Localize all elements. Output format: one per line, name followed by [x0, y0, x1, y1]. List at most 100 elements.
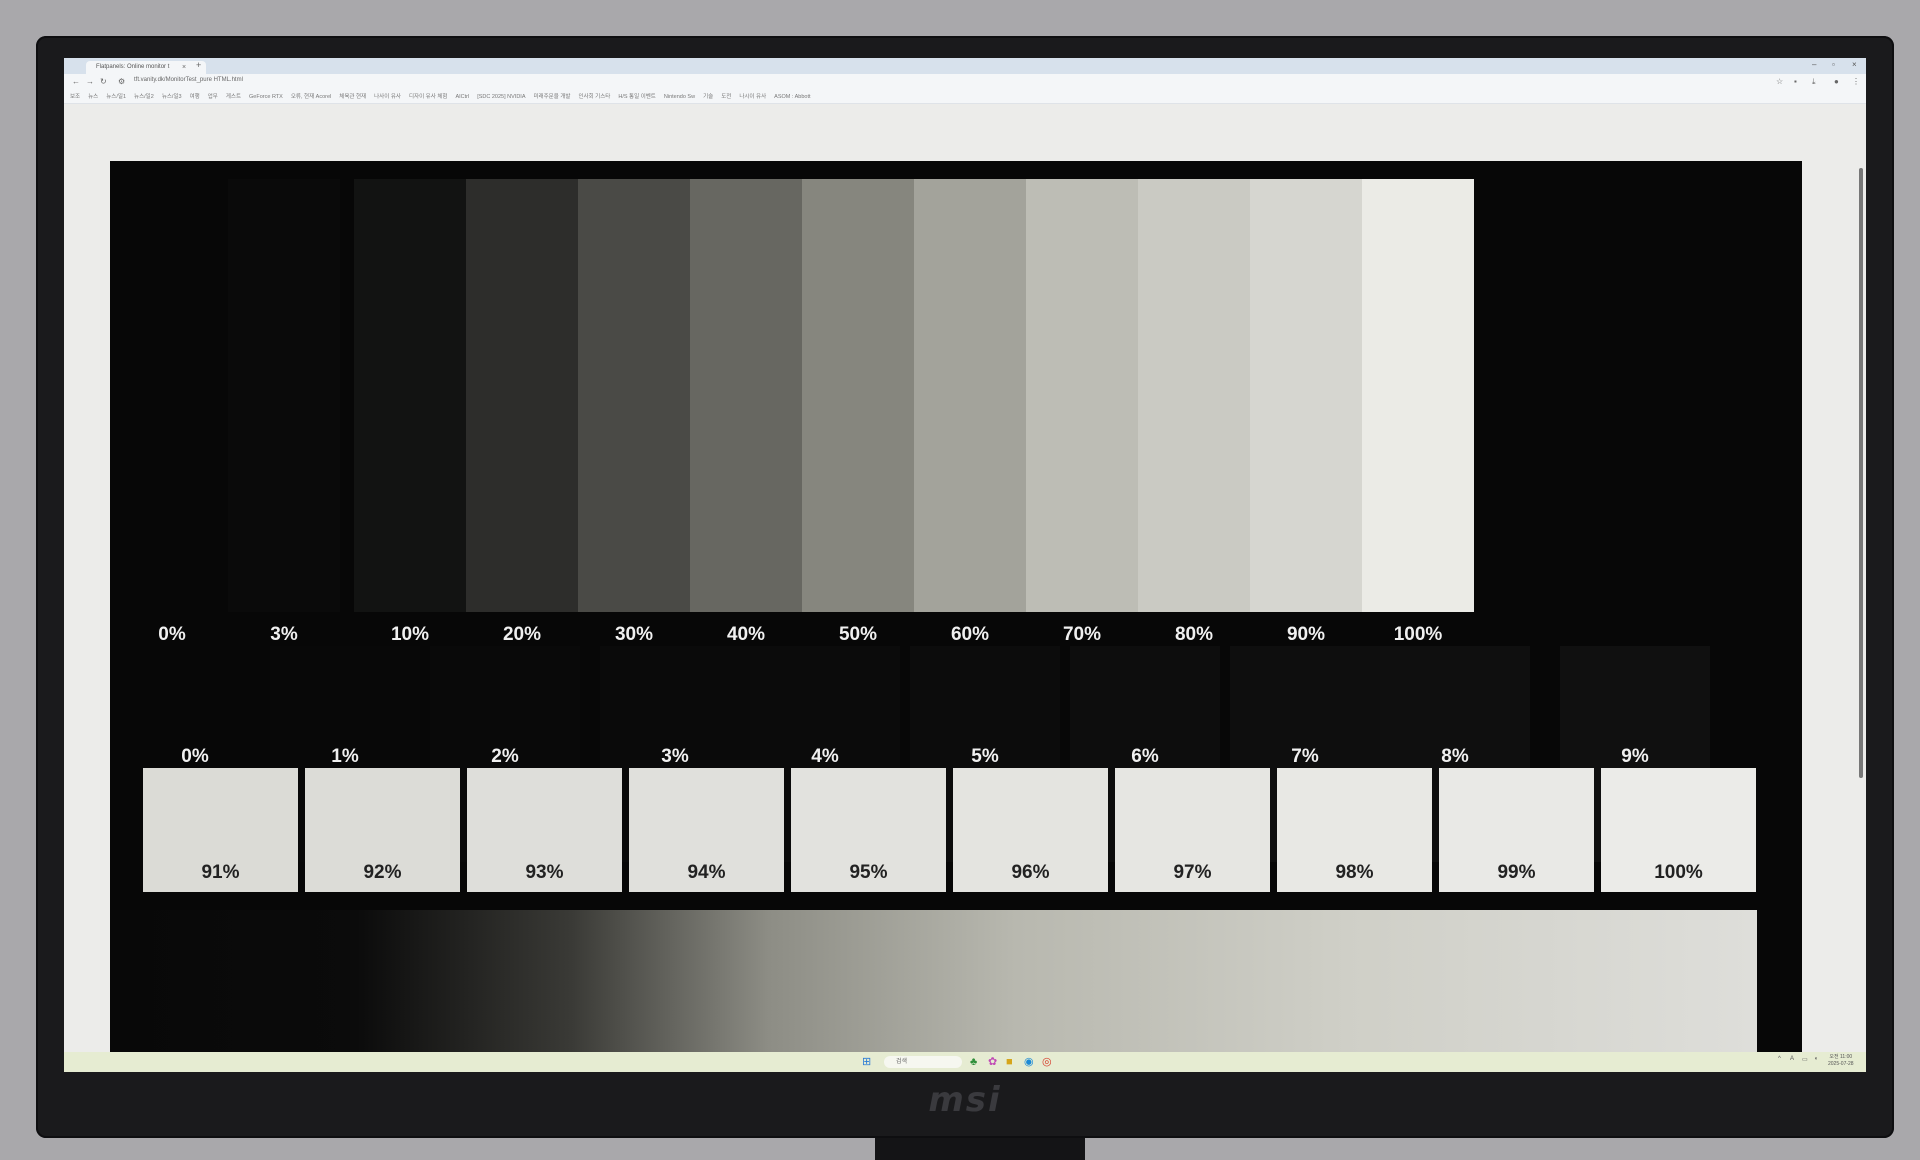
- black-level-label: 8%: [1441, 746, 1469, 767]
- bookmark-item[interactable]: 게스트: [226, 90, 241, 103]
- bookmark-item[interactable]: 뉴스/일2: [134, 90, 154, 103]
- downloads-icon[interactable]: ⤓: [1812, 77, 1816, 87]
- edge-browser-icon[interactable]: ◉: [1024, 1055, 1034, 1069]
- copilot-icon[interactable]: ✿: [988, 1055, 997, 1069]
- white-level-label: 99%: [1497, 862, 1536, 883]
- grayscale-bar-label: 50%: [838, 624, 878, 645]
- bookmark-item[interactable]: 미래주문을 개발: [534, 90, 571, 103]
- white-level-label: 100%: [1654, 862, 1703, 883]
- network-icon[interactable]: ▭: [1802, 1056, 1808, 1063]
- volume-icon[interactable]: ◖: [1814, 1056, 1818, 1062]
- reload-icon[interactable]: ↻: [100, 77, 107, 86]
- forward-icon[interactable]: →: [86, 77, 94, 86]
- bookmark-star-icon[interactable]: ☆: [1776, 77, 1783, 86]
- bookmark-item[interactable]: Nintendo Sw: [664, 90, 695, 103]
- white-level-label: 93%: [525, 862, 564, 883]
- grayscale-bar: [228, 179, 340, 612]
- grayscale-bar-label: 60%: [950, 624, 990, 645]
- bookmark-item[interactable]: H/S 통일 이벤트: [618, 90, 656, 103]
- grayscale-bar: [914, 179, 1026, 612]
- bookmark-item[interactable]: 체육관 현재: [339, 90, 366, 103]
- grayscale-bar-label: 20%: [502, 624, 542, 645]
- white-level-label: 91%: [201, 862, 240, 883]
- browser-tab-bar: Flatpanels: Online monitor t × + – ▫ ×: [64, 58, 1866, 74]
- bookmark-item[interactable]: 뉴스/일3: [162, 90, 182, 103]
- url-field[interactable]: tft.vanity.dk/MonitorTest_pure HTML.html: [134, 77, 243, 83]
- white-level-step: 92%: [305, 768, 460, 892]
- grayscale-bar-label: 100%: [1393, 624, 1443, 645]
- app-icon[interactable]: ♣: [970, 1055, 977, 1069]
- address-bar: ← → ↻ ⚙ tft.vanity.dk/MonitorTest_pure H…: [64, 74, 1866, 90]
- input-language-icon[interactable]: A: [1790, 1056, 1794, 1062]
- system-clock[interactable]: 오전 11:00 2025-07-28: [1828, 1054, 1854, 1068]
- taskbar-search-placeholder: 검색: [896, 1059, 908, 1065]
- grayscale-bar-label: 3%: [270, 624, 298, 645]
- grayscale-bar: [466, 179, 578, 612]
- white-level-label: 95%: [849, 862, 888, 883]
- tab-title: Flatpanels: Online monitor t: [96, 64, 170, 70]
- black-level-label: 4%: [811, 746, 839, 767]
- monitor-brand-logo: msi: [928, 1080, 1002, 1120]
- black-level-label: 6%: [1131, 746, 1159, 767]
- bookmark-item[interactable]: [SDC 2025] NVIDIA: [477, 90, 525, 103]
- clock-time: 오전 11:00: [1829, 1054, 1853, 1060]
- white-level-step: 91%: [143, 768, 298, 892]
- bookmark-item[interactable]: 오류, 현재 Acorel: [291, 90, 331, 103]
- chrome-browser-icon[interactable]: ◎: [1042, 1055, 1052, 1069]
- white-level-step: 98%: [1277, 768, 1432, 892]
- back-icon[interactable]: ←: [72, 77, 80, 86]
- maximize-button[interactable]: ▫: [1832, 60, 1835, 69]
- white-level-step: 97%: [1115, 768, 1270, 892]
- profile-avatar[interactable]: ●: [1834, 77, 1839, 86]
- monitor-screen: Flatpanels: Online monitor t × + – ▫ × ←…: [64, 58, 1866, 1072]
- taskbar-search[interactable]: 검색: [884, 1056, 962, 1068]
- white-level-step: 100%: [1601, 768, 1756, 892]
- black-level-label: 1%: [331, 746, 359, 767]
- gradient-ramp: [110, 910, 1757, 1072]
- bookmark-item[interactable]: 뉴스/일1: [106, 90, 126, 103]
- close-window-button[interactable]: ×: [1852, 60, 1857, 69]
- white-level-label: 96%: [1011, 862, 1050, 883]
- bookmark-item[interactable]: GeForce RTX: [249, 90, 283, 103]
- minimize-button[interactable]: –: [1812, 60, 1816, 69]
- page-scrollbar[interactable]: [1859, 168, 1863, 778]
- file-explorer-icon[interactable]: ■: [1006, 1055, 1013, 1069]
- bookmark-item[interactable]: AICtrl: [455, 90, 469, 103]
- grayscale-bar-label: 90%: [1286, 624, 1326, 645]
- windows-taskbar: ⊞ 검색 ♣ ✿ ■ ◉ ◎ ^ A ▭ ◖ 오전 11:00 2025-07-…: [64, 1052, 1866, 1072]
- bookmark-item[interactable]: 인사회 기스타: [578, 90, 610, 103]
- bookmark-item[interactable]: 여행: [190, 90, 200, 103]
- grayscale-bar: [1138, 179, 1250, 612]
- white-level-step: 99%: [1439, 768, 1594, 892]
- browser-tab[interactable]: Flatpanels: Online monitor t: [86, 61, 206, 74]
- grayscale-bar: [578, 179, 690, 612]
- bookmark-item[interactable]: 업무: [208, 90, 218, 103]
- start-menu-icon[interactable]: ⊞: [862, 1055, 871, 1069]
- grayscale-bar: [802, 179, 914, 612]
- white-level-step: 95%: [791, 768, 946, 892]
- grayscale-bar: [690, 179, 802, 612]
- bookmark-item[interactable]: 디자이 유사 체험: [409, 90, 447, 103]
- extension-icon[interactable]: ▪: [1794, 77, 1797, 86]
- bookmark-item[interactable]: 나사이 유사: [374, 90, 401, 103]
- grayscale-bar-label: 30%: [614, 624, 654, 645]
- grayscale-bar: [354, 179, 466, 612]
- monitor-stand: [875, 1138, 1085, 1160]
- site-info-icon[interactable]: ⚙: [118, 77, 125, 86]
- bookmark-item[interactable]: 기술: [703, 90, 713, 103]
- bookmark-item[interactable]: 보조: [70, 90, 80, 103]
- grayscale-bar-label: 10%: [390, 624, 430, 645]
- tray-chevron-icon[interactable]: ^: [1778, 1056, 1781, 1062]
- tab-close-icon[interactable]: ×: [182, 61, 186, 74]
- bookmark-item[interactable]: 뉴스: [88, 90, 98, 103]
- bookmark-item[interactable]: 도전: [721, 90, 731, 103]
- menu-icon[interactable]: ⋮: [1852, 77, 1860, 86]
- bookmark-item[interactable]: ASOM : Abbott: [774, 90, 810, 103]
- bookmark-item[interactable]: 나시이 유사: [739, 90, 766, 103]
- clock-date: 2025-07-28: [1828, 1061, 1854, 1067]
- black-level-label: 5%: [971, 746, 999, 767]
- grayscale-bar-label: 40%: [726, 624, 766, 645]
- white-level-step: 94%: [629, 768, 784, 892]
- bookmarks-bar: 보조 뉴스 뉴스/일1 뉴스/일2 뉴스/일3 여행 업무 게스트 GeForce RTX 오류,…: [64, 90, 1866, 104]
- new-tab-button[interactable]: +: [196, 60, 201, 70]
